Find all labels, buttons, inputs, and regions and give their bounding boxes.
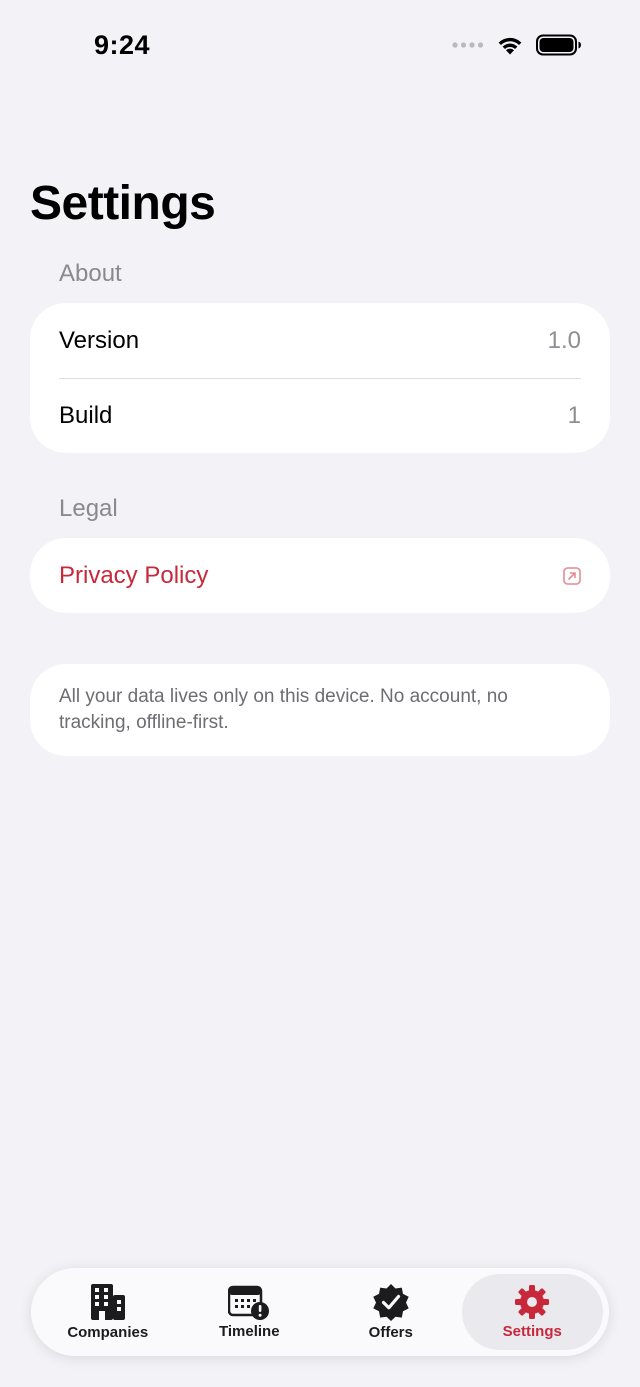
version-row: Version 1.0 <box>30 303 610 378</box>
external-link-icon <box>563 566 581 585</box>
privacy-policy-label: Privacy Policy <box>59 561 209 589</box>
about-card: Version 1.0 Build 1 <box>30 303 610 453</box>
cellular-signal-icon <box>452 42 484 48</box>
tab-timeline[interactable]: Timeline <box>179 1274 321 1350</box>
legal-card: Privacy Policy <box>30 538 610 613</box>
privacy-policy-row[interactable]: Privacy Policy <box>30 538 610 613</box>
settings-screen: 9:24 Settings About Version 1.0 Build 1 <box>0 0 640 1387</box>
tab-settings-label: Settings <box>502 1323 562 1340</box>
gear-icon <box>515 1285 550 1319</box>
build-label: Build <box>59 401 113 429</box>
tab-settings[interactable]: Settings <box>461 1274 603 1350</box>
status-icons <box>452 34 582 56</box>
status-time: 9:24 <box>94 30 151 60</box>
tab-offers-label: Offers <box>368 1324 413 1341</box>
privacy-note: All your data lives only on this device.… <box>30 664 610 756</box>
wifi-icon <box>498 37 522 55</box>
tab-timeline-label: Timeline <box>218 1323 280 1340</box>
tab-companies[interactable]: Companies <box>37 1274 179 1350</box>
battery-icon <box>536 34 581 56</box>
checkmark-seal-icon <box>373 1284 409 1321</box>
tab-companies-label: Companies <box>67 1324 149 1341</box>
calendar-alert-icon <box>228 1285 270 1320</box>
about-section-header: About <box>59 260 122 287</box>
building-icon <box>90 1284 125 1320</box>
legal-section-header: Legal <box>59 495 118 522</box>
build-row: Build 1 <box>30 378 610 453</box>
build-value: 1 <box>567 401 581 429</box>
page-title: Settings <box>30 177 216 230</box>
tab-offers[interactable]: Offers <box>320 1274 462 1350</box>
version-label: Version <box>59 326 140 354</box>
version-value: 1.0 <box>547 326 581 354</box>
tab-bar: Companies Timeline Offers Settings <box>31 1268 609 1356</box>
